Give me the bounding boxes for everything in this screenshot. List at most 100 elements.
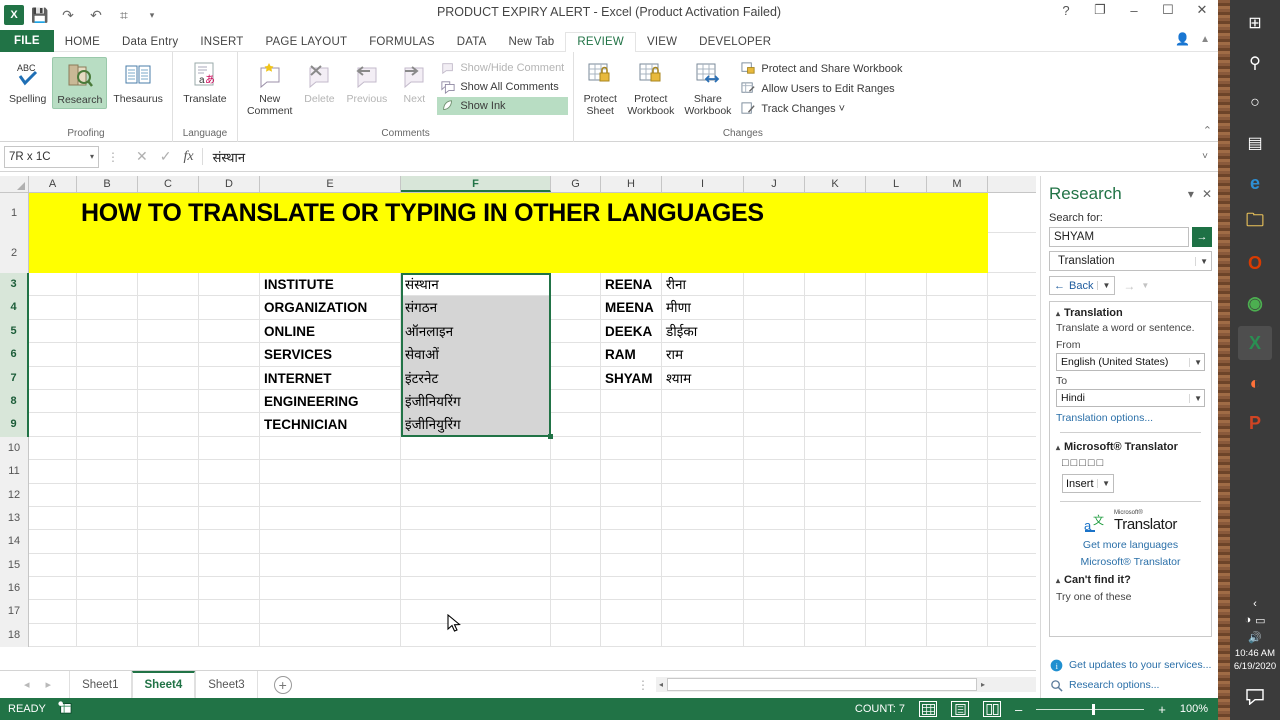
cell-C3[interactable] (138, 273, 199, 296)
cell-H14[interactable] (601, 530, 662, 553)
cell-G14[interactable] (551, 530, 601, 553)
cell-M13[interactable] (927, 507, 988, 530)
cell-A16[interactable] (29, 577, 77, 600)
cell-C11[interactable] (138, 460, 199, 483)
cell-H7[interactable]: SHYAM (601, 367, 662, 390)
cell-H9[interactable] (601, 413, 662, 436)
row-header-17[interactable]: 17 (0, 600, 29, 623)
cell-I10[interactable] (662, 437, 744, 460)
ribbon-tab-review[interactable]: REVIEW (565, 32, 636, 53)
cortana-icon[interactable]: ○ (1238, 86, 1272, 120)
get-more-languages-link[interactable]: Get more languages (1056, 539, 1205, 551)
cell-L5[interactable] (866, 320, 927, 343)
cell-L16[interactable] (866, 577, 927, 600)
cell-F4[interactable]: संगठन (401, 296, 551, 319)
cell-K16[interactable] (805, 577, 866, 600)
cell-F15[interactable] (401, 554, 551, 577)
insert-button[interactable]: Insert ▼ (1062, 474, 1114, 493)
ribbon-collapse-caret[interactable]: ▲ (1200, 34, 1210, 45)
cell-H17[interactable] (601, 600, 662, 623)
hscroll-right-button[interactable]: ▸ (978, 680, 988, 689)
column-header-D[interactable]: D (199, 176, 260, 192)
cell-A13[interactable] (29, 507, 77, 530)
volume-icon[interactable]: 🔊 (1233, 631, 1277, 644)
sheet-tab-sheet1[interactable]: Sheet1 (69, 671, 131, 699)
cell-G18[interactable] (551, 624, 601, 647)
cell-M6[interactable] (927, 343, 988, 366)
cell-G9[interactable] (551, 413, 601, 436)
office-icon[interactable]: O (1238, 246, 1272, 280)
cell-F12[interactable] (401, 484, 551, 507)
microsoft-translator-header[interactable]: ▴ Microsoft® Translator (1056, 441, 1205, 453)
banner-title[interactable]: HOW TO TRANSLATE OR TYPING IN OTHER LANG… (29, 193, 988, 233)
cell-G12[interactable] (551, 484, 601, 507)
first-sheet-button[interactable]: ◂ (24, 678, 30, 691)
cell-E5[interactable]: ONLINE (260, 320, 401, 343)
cell-A4[interactable] (29, 296, 77, 319)
ribbon-tab-data-entry[interactable]: Data Entry (111, 33, 189, 52)
cell-A17[interactable] (29, 600, 77, 623)
file-explorer-icon[interactable]: 🗀 (1238, 206, 1272, 240)
cell-I9[interactable] (662, 413, 744, 436)
excel-taskbar-icon[interactable]: X (1238, 326, 1272, 360)
column-header-F[interactable]: F (401, 176, 551, 192)
cell-G15[interactable] (551, 554, 601, 577)
battery-icon[interactable]: ▭ (1255, 614, 1265, 627)
forward-button[interactable]: → ▼ (1119, 279, 1149, 293)
cell-D11[interactable] (199, 460, 260, 483)
cell-K8[interactable] (805, 390, 866, 413)
zoom-level[interactable]: 100% (1180, 703, 1208, 715)
cell-G8[interactable] (551, 390, 601, 413)
zoom-slider-thumb[interactable] (1092, 704, 1095, 715)
cell-C7[interactable] (138, 367, 199, 390)
column-header-J[interactable]: J (744, 176, 805, 192)
row-header-12[interactable]: 12 (0, 484, 29, 507)
cell-E8[interactable]: ENGINEERING (260, 390, 401, 413)
ribbon-tab-new-tab[interactable]: New Tab (497, 33, 565, 52)
cell-G13[interactable] (551, 507, 601, 530)
cell-M4[interactable] (927, 296, 988, 319)
minimize-button[interactable]: – (1124, 3, 1144, 18)
row-header-16[interactable]: 16 (0, 577, 29, 600)
sheet-tab-sheet4[interactable]: Sheet4 (132, 671, 196, 699)
cell-F10[interactable] (401, 437, 551, 460)
cell-B10[interactable] (77, 437, 138, 460)
cell-I13[interactable] (662, 507, 744, 530)
cell-D4[interactable] (199, 296, 260, 319)
cell-D10[interactable] (199, 437, 260, 460)
expand-formula-bar-icon[interactable]: ˅ (1202, 151, 1212, 162)
cell-J7[interactable] (744, 367, 805, 390)
show-hide-comment-button[interactable]: Show/Hide Comment (437, 59, 568, 77)
column-header-E[interactable]: E (260, 176, 401, 192)
cell-H16[interactable] (601, 577, 662, 600)
cell-G10[interactable] (551, 437, 601, 460)
track-changes-button[interactable]: Track Changes ˅ (737, 99, 906, 118)
wifi-icon[interactable]: ◑ (1244, 614, 1251, 627)
cell-D8[interactable] (199, 390, 260, 413)
back-history-caret-icon[interactable]: ▼ (1097, 281, 1110, 290)
cell-C17[interactable] (138, 600, 199, 623)
column-header-B[interactable]: B (77, 176, 138, 192)
cell-F14[interactable] (401, 530, 551, 553)
horizontal-scroll-thumb[interactable] (667, 678, 977, 691)
cell-K18[interactable] (805, 624, 866, 647)
cell-C15[interactable] (138, 554, 199, 577)
action-center-icon[interactable] (1238, 680, 1272, 714)
cell-C9[interactable] (138, 413, 199, 436)
translator-collapse-triangle-icon[interactable]: ▴ (1056, 443, 1060, 452)
research-service-select[interactable]: Translation ▼ (1049, 251, 1212, 271)
cell-C6[interactable] (138, 343, 199, 366)
cell-D16[interactable] (199, 577, 260, 600)
row-header-11[interactable]: 11 (0, 460, 29, 483)
row-header-7[interactable]: 7 (0, 367, 29, 390)
clock[interactable]: 10:46 AM 6/19/2020 (1234, 648, 1276, 674)
ribbon-tab-page-layout[interactable]: PAGE LAYOUT (255, 33, 359, 52)
hscroll-left-button[interactable]: ◂ (656, 680, 666, 689)
select-all-button[interactable] (0, 176, 29, 192)
page-layout-view-icon[interactable] (951, 701, 969, 717)
cell-A11[interactable] (29, 460, 77, 483)
cell-M16[interactable] (927, 577, 988, 600)
cell-I18[interactable] (662, 624, 744, 647)
ribbon-display-options-button[interactable]: ❐ (1090, 2, 1110, 18)
forward-history-caret-icon[interactable]: ▼ (1141, 281, 1149, 290)
